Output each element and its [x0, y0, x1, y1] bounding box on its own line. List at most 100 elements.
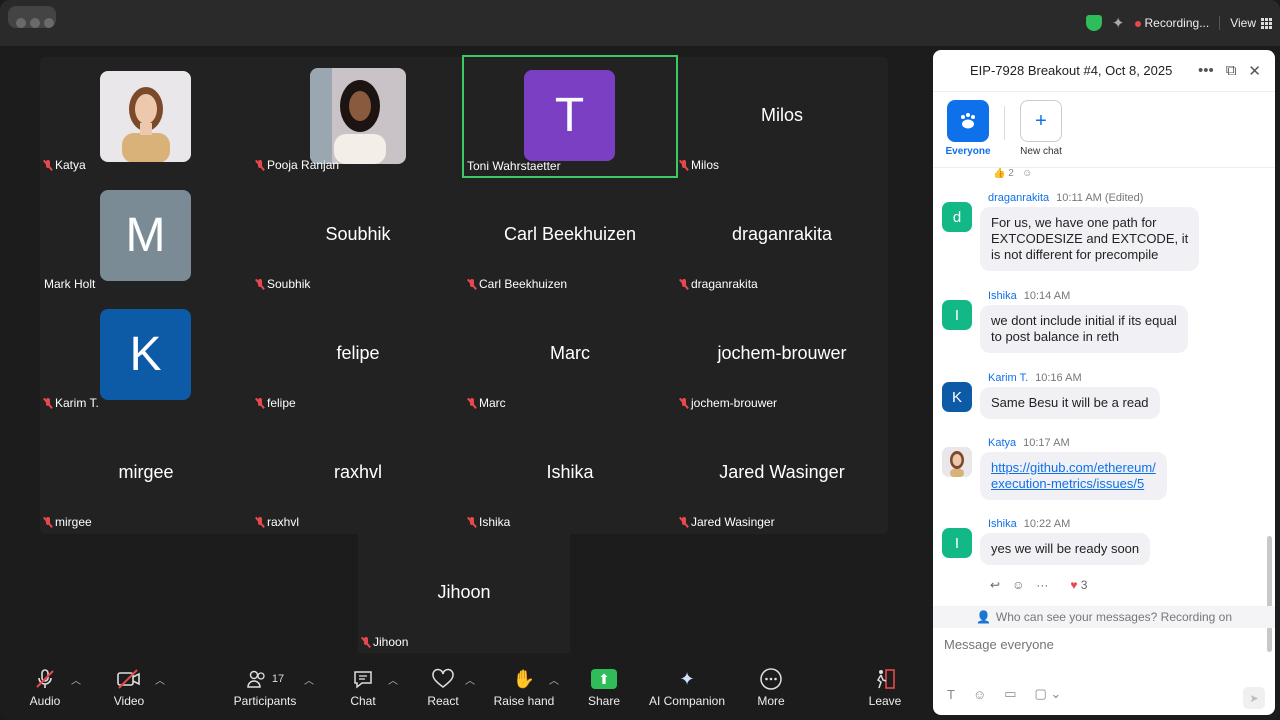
close-icon[interactable]: ✕	[1248, 62, 1261, 80]
muted-mic-icon	[680, 278, 688, 290]
file-icon[interactable]: ▭	[1004, 686, 1016, 702]
participant-tile[interactable]: Ishika Ishika	[464, 414, 676, 533]
participant-tile[interactable]: felipe felipe	[252, 295, 464, 414]
message-input[interactable]	[944, 637, 1264, 652]
participant-tile[interactable]: Carl Beekhuizen Carl Beekhuizen	[464, 176, 676, 295]
avatar-letter: M	[100, 190, 191, 281]
participant-name-label: draganrakita	[680, 277, 758, 291]
plus-icon: +	[1020, 100, 1062, 142]
participant-tile[interactable]: K Karim T.	[40, 295, 252, 414]
more-dots-icon[interactable]: ···	[1036, 578, 1048, 592]
zoom-dot-icon[interactable]	[44, 18, 54, 28]
participant-display-name: Jared Wasinger	[719, 462, 845, 482]
participant-tile[interactable]: Jared Wasinger Jared Wasinger	[676, 414, 888, 533]
avatar: K	[942, 382, 972, 412]
message-bubble: yes we will be ready soon	[980, 533, 1151, 565]
meeting-toolbar: Audio ︿ Video ︿ 17 Participants ︿ Chat ︿…	[0, 660, 932, 720]
ai-companion-button[interactable]: ✦ AI Companion	[648, 664, 726, 709]
emoji-icon[interactable]: ☺	[973, 687, 986, 702]
divider	[1219, 16, 1221, 30]
share-button[interactable]: ⬆ Share	[586, 664, 622, 708]
format-text-icon[interactable]: T	[947, 687, 955, 702]
group-paw-icon	[947, 100, 989, 142]
close-dot-icon[interactable]	[16, 18, 26, 28]
muted-mic-icon	[44, 159, 52, 171]
participant-name-label: Marc	[468, 396, 506, 410]
participant-tile[interactable]: Marc Marc	[464, 295, 676, 414]
chat-options-caret-icon[interactable]: ︿	[388, 672, 398, 687]
person-lock-icon: 👤	[975, 610, 991, 624]
message-sender[interactable]: Ishika	[988, 290, 1017, 302]
participant-name-label: Jared Wasinger	[680, 515, 775, 529]
reply-icon[interactable]: ↩	[990, 578, 1000, 592]
participant-display-name: draganrakita	[731, 224, 833, 244]
video-button[interactable]: Video	[112, 664, 146, 708]
security-shield-icon[interactable]	[1085, 15, 1102, 31]
message-sender[interactable]: Ishika	[988, 518, 1017, 530]
react-button[interactable]: React	[425, 664, 461, 708]
more-options-icon[interactable]: •••	[1198, 62, 1214, 80]
participant-tile[interactable]: mirgee mirgee	[40, 414, 252, 533]
minimize-dot-icon[interactable]	[30, 18, 40, 28]
muted-mic-icon	[468, 516, 476, 528]
recording-indicator[interactable]: Recording...	[1134, 16, 1209, 30]
muted-mic-icon	[256, 516, 264, 528]
participant-tile[interactable]: Katya	[40, 57, 252, 176]
message-link[interactable]: https://github.com/ethereum/execution-me…	[991, 460, 1156, 491]
audio-options-caret-icon[interactable]: ︿	[71, 672, 81, 687]
visibility-notice[interactable]: 👤 Who can see your messages? Recording o…	[933, 606, 1275, 628]
leave-button[interactable]: Leave	[869, 664, 901, 708]
participants-options-caret-icon[interactable]: ︿	[304, 672, 314, 687]
participant-display-name: Jihoon	[437, 582, 491, 602]
title-bar: ✦ Recording... View	[0, 0, 1280, 46]
tab-everyone[interactable]: Everyone	[938, 100, 998, 157]
message-time: 10:14 AM	[1023, 290, 1071, 302]
react-options-caret-icon[interactable]: ︿	[465, 672, 475, 687]
avatar: I	[942, 300, 972, 330]
message-list[interactable]: 👍 2 ☺ d draganrakita 10:11 AM (Edited) Fo…	[933, 168, 1275, 606]
more-button[interactable]: More	[756, 664, 786, 708]
video-gallery: Katya Pooja Ranjan T Toni Wahrstaetter M…	[40, 55, 888, 534]
message-sender[interactable]: Karim T.	[988, 372, 1028, 384]
participant-tile[interactable]: Pooja Ranjan	[252, 57, 464, 176]
participant-photo	[310, 68, 406, 164]
participant-name-label: Milos	[680, 158, 719, 172]
send-icon[interactable]: ➤	[1243, 687, 1265, 709]
message-sender[interactable]: Katya	[988, 437, 1016, 449]
message-sender[interactable]: draganrakita	[988, 192, 1049, 204]
add-reaction-icon[interactable]: ☺	[1012, 578, 1024, 592]
message-bubble: https://github.com/ethereum/execution-me…	[980, 452, 1167, 500]
participant-tile[interactable]: jochem-brouwer jochem-brouwer	[676, 295, 888, 414]
participant-display-name: Marc	[550, 343, 590, 363]
participant-name-label: Ishika	[468, 515, 510, 529]
tab-new-chat[interactable]: + New chat	[1011, 100, 1071, 157]
muted-mic-icon	[680, 516, 688, 528]
participant-tile[interactable]: raxhvl raxhvl	[252, 414, 464, 533]
raise-hand-button[interactable]: ✋ Raise hand	[493, 664, 555, 709]
scrollbar[interactable]	[1267, 536, 1272, 652]
chat-button[interactable]: Chat	[346, 664, 380, 708]
muted-mic-icon	[44, 397, 52, 409]
view-button[interactable]: View	[1230, 16, 1272, 30]
input-toolbar: T ☺ ▭ ▢ ⌄	[947, 686, 1267, 702]
participants-button[interactable]: 17 Participants	[232, 664, 298, 708]
pop-out-icon[interactable]: ⧉	[1226, 62, 1237, 80]
active-speaker-tile[interactable]: T Toni Wahrstaetter	[462, 55, 678, 178]
participant-tile[interactable]: M Mark Holt	[40, 176, 252, 295]
heart-reaction[interactable]: ♥ 3	[1070, 578, 1087, 592]
reaction-row[interactable]: 👍 2 ☺	[993, 168, 1032, 179]
screenshot-icon[interactable]: ▢ ⌄	[1035, 686, 1062, 702]
participant-tile[interactable]: draganrakita draganrakita	[676, 176, 888, 295]
raise-hand-options-caret-icon[interactable]: ︿	[549, 672, 559, 687]
window-controls[interactable]	[8, 6, 56, 28]
video-options-caret-icon[interactable]: ︿	[155, 672, 165, 687]
ai-spark-icon[interactable]: ✦	[1112, 14, 1125, 32]
audio-button[interactable]: Audio	[28, 664, 62, 708]
grid-view-icon	[1261, 18, 1272, 30]
participant-tile[interactable]: Milos Milos	[676, 57, 888, 176]
muted-mic-icon	[468, 278, 476, 290]
participant-tile[interactable]: Jihoon Jihoon	[358, 534, 570, 653]
participant-tile[interactable]: Soubhik Soubhik	[252, 176, 464, 295]
avatar: d	[942, 202, 972, 232]
chat-bubble-icon	[352, 664, 374, 694]
